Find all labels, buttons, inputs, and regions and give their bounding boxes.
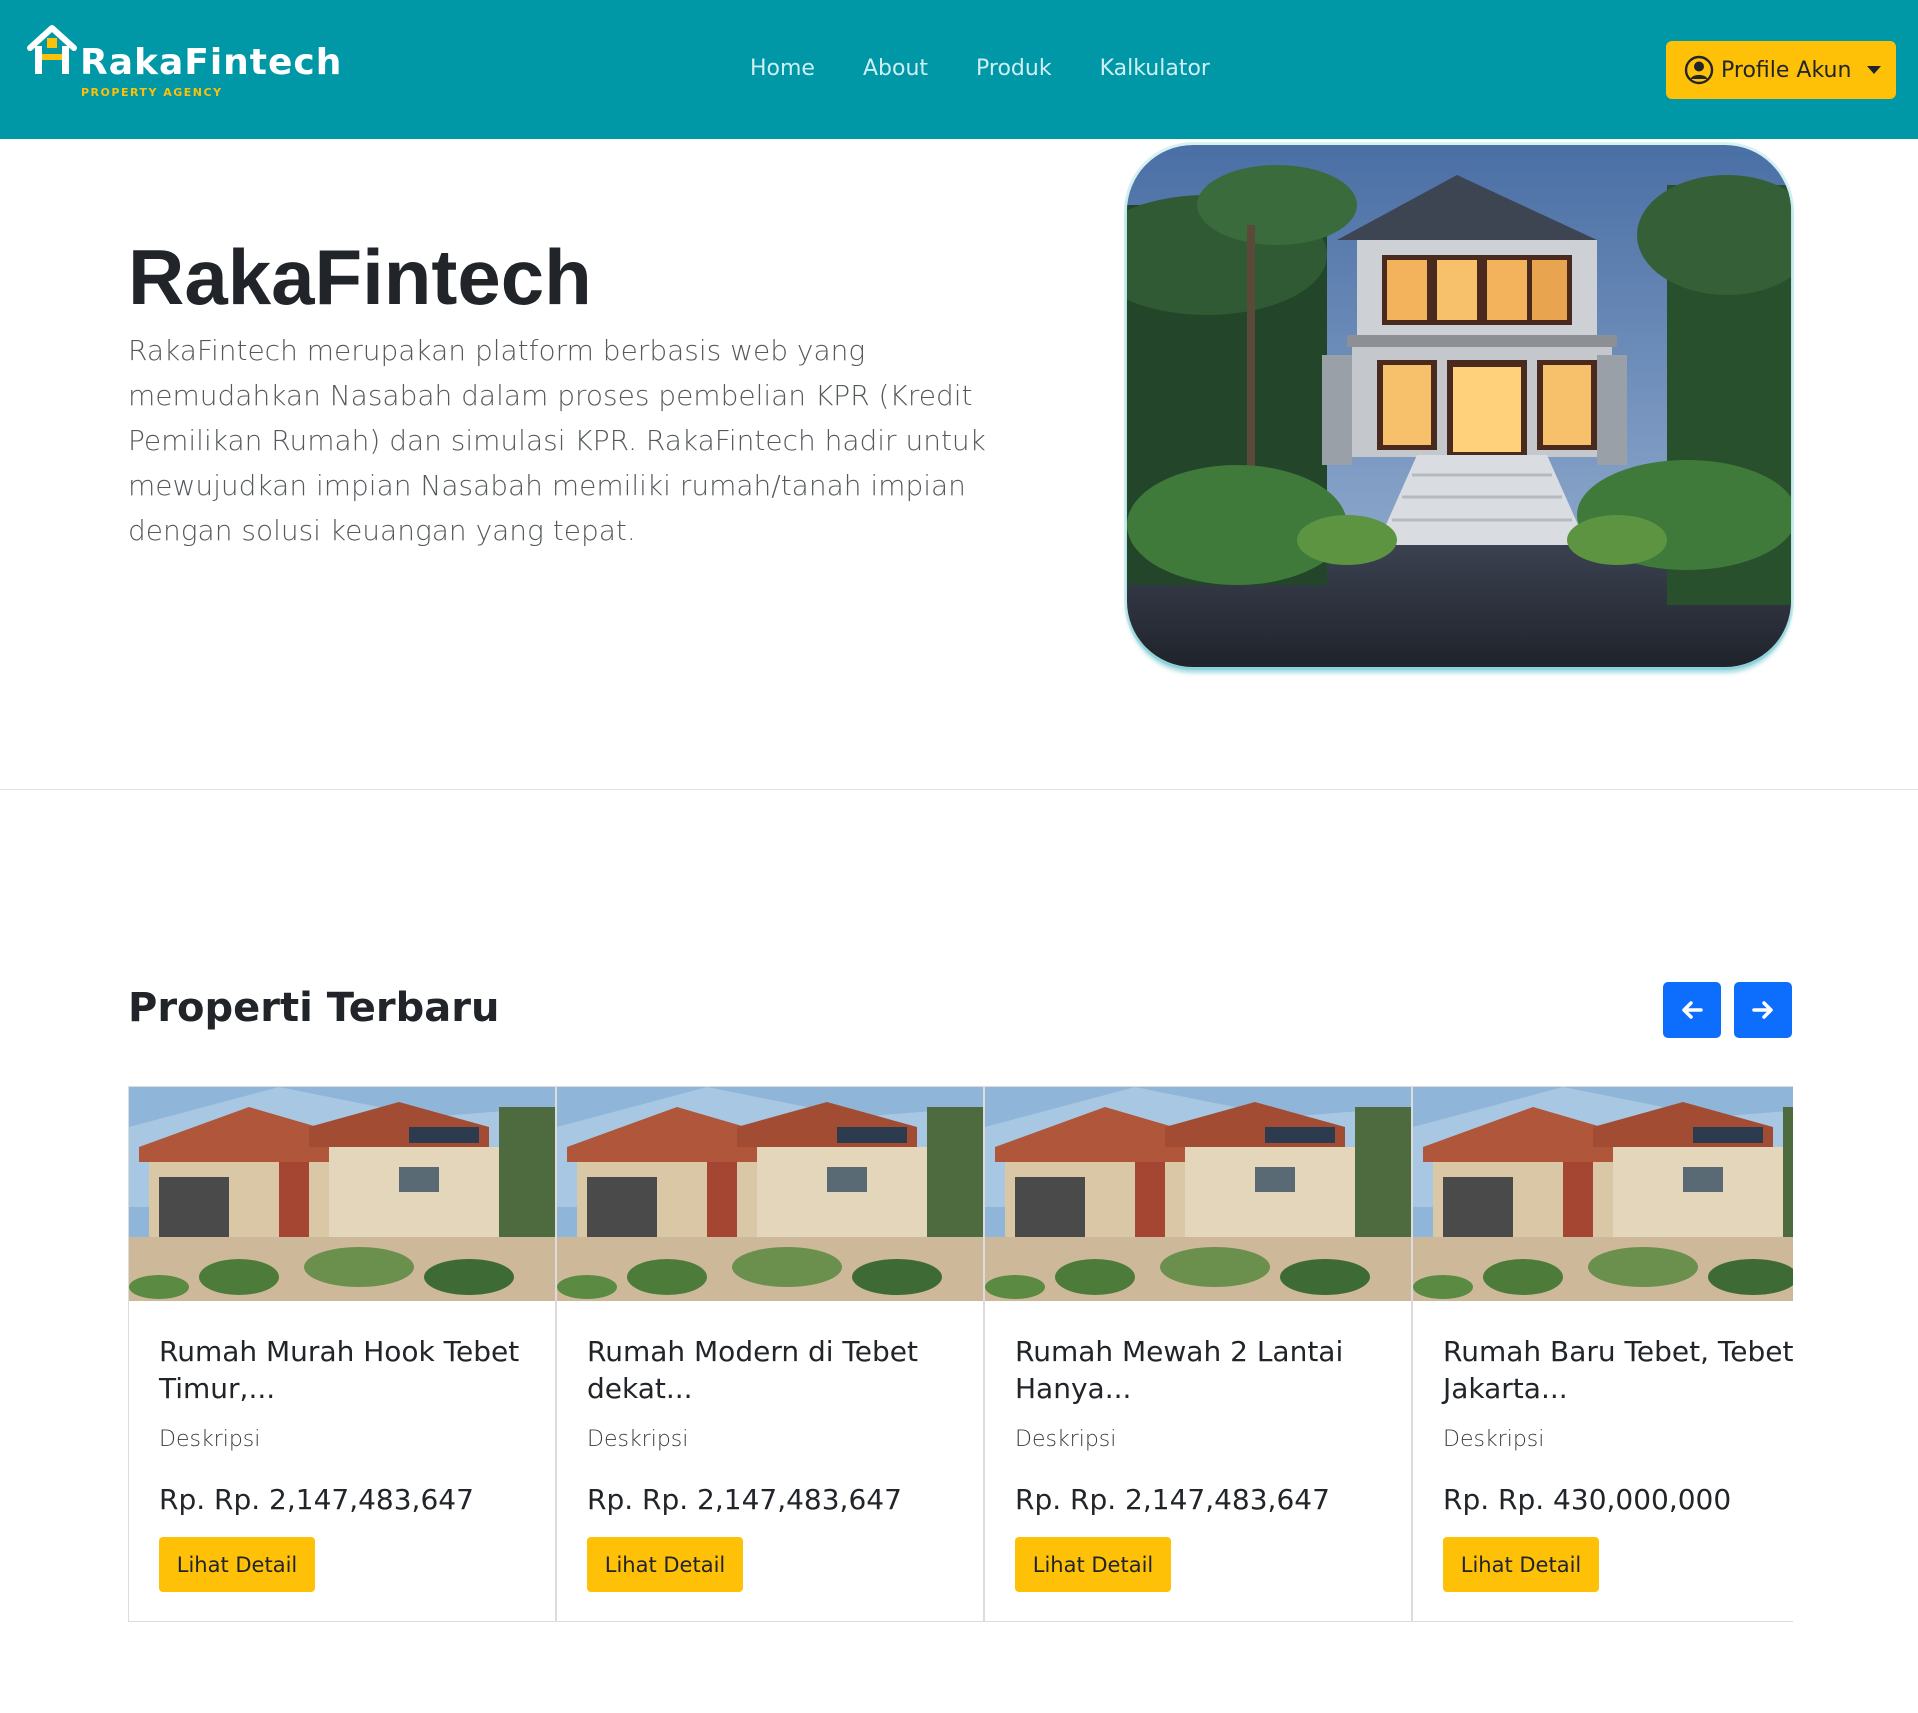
property-title[interactable]: Rumah Baru Tebet, Tebet, Jakarta... [1443,1333,1793,1407]
property-description: Deskripsi [1443,1427,1545,1452]
property-price: Rp. Rp. 2,147,483,647 [159,1483,474,1516]
property-price: Rp. Rp. 430,000,000 [1443,1483,1732,1516]
brand-logo[interactable]: RakaFintech PROPERTY AGENCY [26,24,341,104]
section-title-properti: Properti Terbaru [128,985,500,1031]
property-carousel: Rumah Murah Hook Tebet Timur,... Deskrip… [128,1086,1793,1622]
property-title[interactable]: Rumah Mewah 2 Lantai Hanya... [1015,1333,1395,1407]
property-price: Rp. Rp. 2,147,483,647 [587,1483,902,1516]
property-card: Rumah Murah Hook Tebet Timur,... Deskrip… [128,1086,556,1622]
lihat-detail-button[interactable]: Lihat Detail [1015,1537,1171,1592]
brand-tagline: PROPERTY AGENCY [81,86,223,99]
nav-link-kalkulator[interactable]: Kalkulator [1100,56,1210,81]
house-logo-icon [27,25,77,74]
property-title[interactable]: Rumah Modern di Tebet dekat... [587,1333,967,1407]
property-card: Rumah Baru Tebet, Tebet, Jakarta... Desk… [1412,1086,1793,1622]
profile-dropdown-button[interactable]: Profile Akun [1666,41,1896,99]
property-image [557,1087,983,1301]
property-image [985,1087,1411,1301]
nav-link-home[interactable]: Home [750,56,815,81]
property-image [129,1087,555,1301]
brand-name: RakaFintech [80,42,343,83]
profile-label: Profile Akun [1721,57,1852,83]
main-nav: Home About Produk Kalkulator [750,56,1258,81]
hero-description: RakaFintech merupakan platform berbasis … [128,334,986,547]
user-circle-icon [1684,55,1714,85]
lihat-detail-button[interactable]: Lihat Detail [159,1537,315,1592]
chevron-down-icon [1867,66,1882,74]
section-divider [0,789,1918,790]
arrow-left-icon [1682,1001,1703,1019]
nav-link-about[interactable]: About [863,56,928,81]
carousel-next-button[interactable] [1734,982,1792,1038]
arrow-right-icon [1752,1001,1773,1019]
property-image [1413,1087,1793,1301]
property-card: Rumah Mewah 2 Lantai Hanya... Deskripsi … [984,1086,1412,1622]
property-title[interactable]: Rumah Murah Hook Tebet Timur,... [159,1333,539,1407]
property-price: Rp. Rp. 2,147,483,647 [1015,1483,1330,1516]
property-description: Deskripsi [1015,1427,1117,1452]
hero-title: RakaFintech [128,233,592,321]
hero-house-image [1127,145,1791,667]
lihat-detail-button[interactable]: Lihat Detail [587,1537,743,1592]
lihat-detail-button[interactable]: Lihat Detail [1443,1537,1599,1592]
nav-link-produk[interactable]: Produk [976,56,1052,81]
property-card: Rumah Modern di Tebet dekat... Deskripsi… [556,1086,984,1622]
property-description: Deskripsi [159,1427,261,1452]
property-description: Deskripsi [587,1427,689,1452]
navbar: RakaFintech PROPERTY AGENCY Home About P… [0,0,1918,139]
carousel-prev-button[interactable] [1663,982,1721,1038]
